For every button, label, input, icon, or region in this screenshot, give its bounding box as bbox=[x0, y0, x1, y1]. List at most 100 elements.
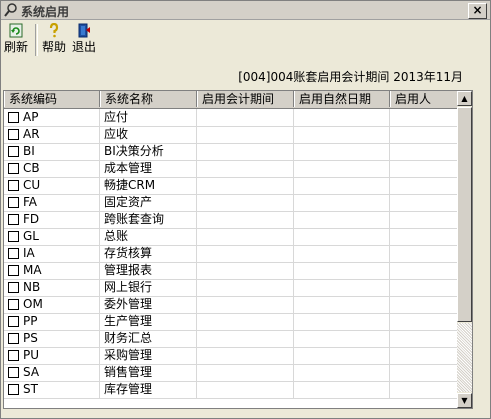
system-code-cell[interactable]: GL bbox=[4, 228, 100, 245]
system-name: 应收 bbox=[100, 126, 197, 143]
system-code-cell[interactable]: PS bbox=[4, 330, 100, 347]
system-code-cell[interactable]: SA bbox=[4, 364, 100, 381]
system-code-cell[interactable]: PU bbox=[4, 347, 100, 364]
system-code-cell[interactable]: CU bbox=[4, 177, 100, 194]
table-row[interactable]: IA 存货核算 bbox=[4, 245, 460, 263]
arrow-up-icon: ▲ bbox=[461, 94, 468, 103]
enable-checkbox[interactable] bbox=[8, 180, 19, 191]
system-code: FA bbox=[23, 195, 38, 209]
enable-checkbox[interactable] bbox=[8, 163, 19, 174]
system-name: 固定资产 bbox=[100, 194, 197, 211]
column-header-period[interactable]: 启用会计期间 bbox=[197, 91, 294, 107]
system-name: 委外管理 bbox=[100, 296, 197, 313]
table-row[interactable]: GL 总账 bbox=[4, 228, 460, 246]
system-code-cell[interactable]: IA bbox=[4, 245, 100, 262]
refresh-icon bbox=[9, 23, 23, 38]
table-row[interactable]: PU 采购管理 bbox=[4, 347, 460, 365]
table-row[interactable]: ST 库存管理 bbox=[4, 381, 460, 399]
enable-checkbox[interactable] bbox=[8, 231, 19, 242]
system-name: 应付 bbox=[100, 109, 197, 126]
table-header: 系统编码 系统名称 启用会计期间 启用自然日期 启用人 bbox=[4, 91, 460, 109]
table-row[interactable]: SA 销售管理 bbox=[4, 364, 460, 382]
table-row[interactable]: AP 应付 bbox=[4, 109, 460, 127]
enabled-by-cell bbox=[390, 313, 460, 330]
toolbar: 刷新 帮助 退出 bbox=[1, 20, 490, 60]
system-code: CU bbox=[23, 178, 41, 192]
table-row[interactable]: CU 畅捷CRM bbox=[4, 177, 460, 195]
refresh-label: 刷新 bbox=[3, 40, 28, 54]
system-code: IA bbox=[23, 246, 35, 260]
system-code-cell[interactable]: CB bbox=[4, 160, 100, 177]
enable-date-cell bbox=[294, 126, 390, 143]
table-row[interactable]: NB 网上银行 bbox=[4, 279, 460, 297]
system-code-cell[interactable]: PP bbox=[4, 313, 100, 330]
column-header-date[interactable]: 启用自然日期 bbox=[294, 91, 390, 107]
system-code-cell[interactable]: ST bbox=[4, 381, 100, 398]
enable-checkbox[interactable] bbox=[8, 197, 19, 208]
table-row[interactable]: FD 跨账套查询 bbox=[4, 211, 460, 229]
system-enable-window: 系统启用 × 刷新 帮助 退出 [004]004账套启用会计期间 2013年11… bbox=[0, 0, 491, 419]
enable-period-cell bbox=[197, 279, 294, 296]
table-row[interactable]: AR 应收 bbox=[4, 126, 460, 144]
enable-checkbox[interactable] bbox=[8, 333, 19, 344]
system-name: 跨账套查询 bbox=[100, 211, 197, 228]
system-code-cell[interactable]: AP bbox=[4, 109, 100, 126]
enable-checkbox[interactable] bbox=[8, 282, 19, 293]
system-code-cell[interactable]: OM bbox=[4, 296, 100, 313]
enable-checkbox[interactable] bbox=[8, 129, 19, 140]
enable-period-cell bbox=[197, 194, 294, 211]
scroll-track[interactable] bbox=[457, 323, 472, 392]
table-row[interactable]: PP 生产管理 bbox=[4, 313, 460, 331]
scroll-down-button[interactable]: ▼ bbox=[457, 393, 472, 408]
enable-date-cell bbox=[294, 211, 390, 228]
table-row[interactable]: MA 管理报表 bbox=[4, 262, 460, 280]
system-code-cell[interactable]: NB bbox=[4, 279, 100, 296]
enable-checkbox[interactable] bbox=[8, 384, 19, 395]
enable-checkbox[interactable] bbox=[8, 146, 19, 157]
enable-checkbox[interactable] bbox=[8, 214, 19, 225]
enable-checkbox[interactable] bbox=[8, 367, 19, 378]
vertical-scrollbar[interactable]: ▲ ▼ bbox=[457, 91, 472, 408]
system-code: PP bbox=[23, 314, 38, 328]
window-title: 系统启用 bbox=[21, 5, 70, 19]
enable-checkbox[interactable] bbox=[8, 299, 19, 310]
system-code-cell[interactable]: BI bbox=[4, 143, 100, 160]
system-code-cell[interactable]: FA bbox=[4, 194, 100, 211]
system-name: 管理报表 bbox=[100, 262, 197, 279]
enabled-by-cell bbox=[390, 245, 460, 262]
exit-icon bbox=[78, 23, 90, 38]
enabled-by-cell bbox=[390, 177, 460, 194]
system-code-cell[interactable]: AR bbox=[4, 126, 100, 143]
scroll-up-button[interactable]: ▲ bbox=[457, 91, 472, 106]
enable-checkbox[interactable] bbox=[8, 350, 19, 361]
enable-period-cell bbox=[197, 245, 294, 262]
enable-checkbox[interactable] bbox=[8, 265, 19, 276]
column-header-name[interactable]: 系统名称 bbox=[100, 91, 197, 107]
system-code-cell[interactable]: MA bbox=[4, 262, 100, 279]
enable-checkbox[interactable] bbox=[8, 112, 19, 123]
exit-button[interactable]: 退出 bbox=[71, 23, 97, 57]
refresh-button[interactable]: 刷新 bbox=[3, 23, 29, 57]
enable-checkbox[interactable] bbox=[8, 316, 19, 327]
enable-checkbox[interactable] bbox=[8, 248, 19, 259]
enabled-by-cell bbox=[390, 194, 460, 211]
help-button[interactable]: 帮助 bbox=[41, 23, 67, 57]
enable-date-cell bbox=[294, 177, 390, 194]
system-code-cell[interactable]: FD bbox=[4, 211, 100, 228]
table-row[interactable]: FA 固定资产 bbox=[4, 194, 460, 212]
enable-period-cell bbox=[197, 109, 294, 126]
system-code: FD bbox=[23, 212, 40, 226]
column-header-code[interactable]: 系统编码 bbox=[4, 91, 100, 107]
account-period-info: [004]004账套启用会计期间 2013年11月 bbox=[238, 70, 463, 84]
table-row[interactable]: CB 成本管理 bbox=[4, 160, 460, 178]
table-row[interactable]: PS 财务汇总 bbox=[4, 330, 460, 348]
column-header-user[interactable]: 启用人 bbox=[390, 91, 460, 107]
table-row[interactable]: BI BI决策分析 bbox=[4, 143, 460, 161]
close-button[interactable]: × bbox=[468, 3, 487, 19]
enabled-by-cell bbox=[390, 109, 460, 126]
scroll-thumb[interactable] bbox=[457, 107, 472, 322]
enable-date-cell bbox=[294, 279, 390, 296]
table-row[interactable]: OM 委外管理 bbox=[4, 296, 460, 314]
enable-period-cell bbox=[197, 296, 294, 313]
enabled-by-cell bbox=[390, 160, 460, 177]
